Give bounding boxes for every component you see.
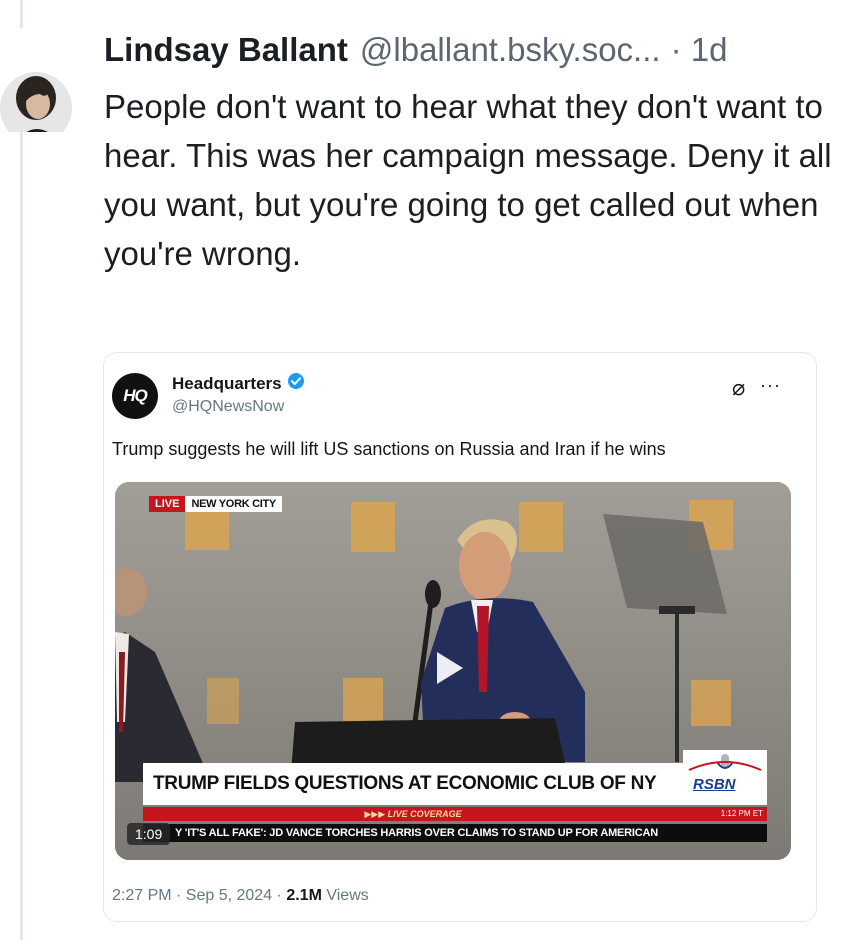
- post-header: Lindsay Ballant @lballant.bsky.soc... · …: [104, 28, 727, 72]
- city-label: NEW YORK CITY: [185, 496, 282, 512]
- source-handle[interactable]: @HQNewsNow: [172, 398, 284, 416]
- video-duration: 1:09: [127, 823, 171, 845]
- embedded-post-text: Trump suggests he will lift US sanctions…: [112, 439, 666, 459]
- source-name-row: Headquarters: [172, 372, 305, 395]
- source-name[interactable]: Headquarters: [172, 374, 282, 394]
- network-logo: RSBN: [683, 750, 767, 805]
- live-coverage-bar: ▶▶▶ LIVE COVERAGE: [143, 807, 683, 821]
- post-text: People don't want to hear what they don'…: [104, 88, 832, 272]
- microphone-logo-icon: [688, 754, 762, 771]
- grok-icon[interactable]: ⌀: [732, 375, 745, 401]
- live-badge: LIVE NEW YORK CITY: [149, 496, 282, 512]
- hq-logo[interactable]: HQ: [112, 373, 158, 419]
- post-meta: 2:27 PM · Sep 5, 2024 · 2.1M Views: [112, 887, 369, 905]
- author-handle[interactable]: @lballant.bsky.soc...: [360, 28, 661, 72]
- play-icon[interactable]: [437, 652, 463, 684]
- video-player[interactable]: LIVE NEW YORK CITY TRUMP FIELDS QUESTION…: [115, 482, 791, 860]
- news-ticker: Y 'IT'S ALL FAKE': JD VANCE TORCHES HARR…: [143, 824, 767, 842]
- network-name: RSBN: [693, 776, 736, 793]
- views-label: Views: [321, 887, 369, 904]
- author-name[interactable]: Lindsay Ballant: [104, 28, 348, 72]
- author-avatar[interactable]: [0, 28, 72, 132]
- post-timestamp[interactable]: 2:27 PM · Sep 5, 2024 ·: [112, 887, 286, 904]
- embedded-post-card[interactable]: HQ Headquarters @HQNewsNow ⌀ ··· Trump s…: [103, 352, 817, 922]
- post-time[interactable]: · 1d: [671, 28, 728, 72]
- live-label: LIVE: [149, 496, 186, 512]
- more-options-icon[interactable]: ···: [760, 375, 781, 396]
- video-headline: TRUMP FIELDS QUESTIONS AT ECONOMIC CLUB …: [143, 763, 683, 805]
- views-count: 2.1M: [286, 887, 322, 904]
- thread-line: [20, 0, 23, 940]
- broadcast-clock: 1:12 PM ET: [683, 807, 767, 821]
- verified-badge-icon: [287, 372, 305, 395]
